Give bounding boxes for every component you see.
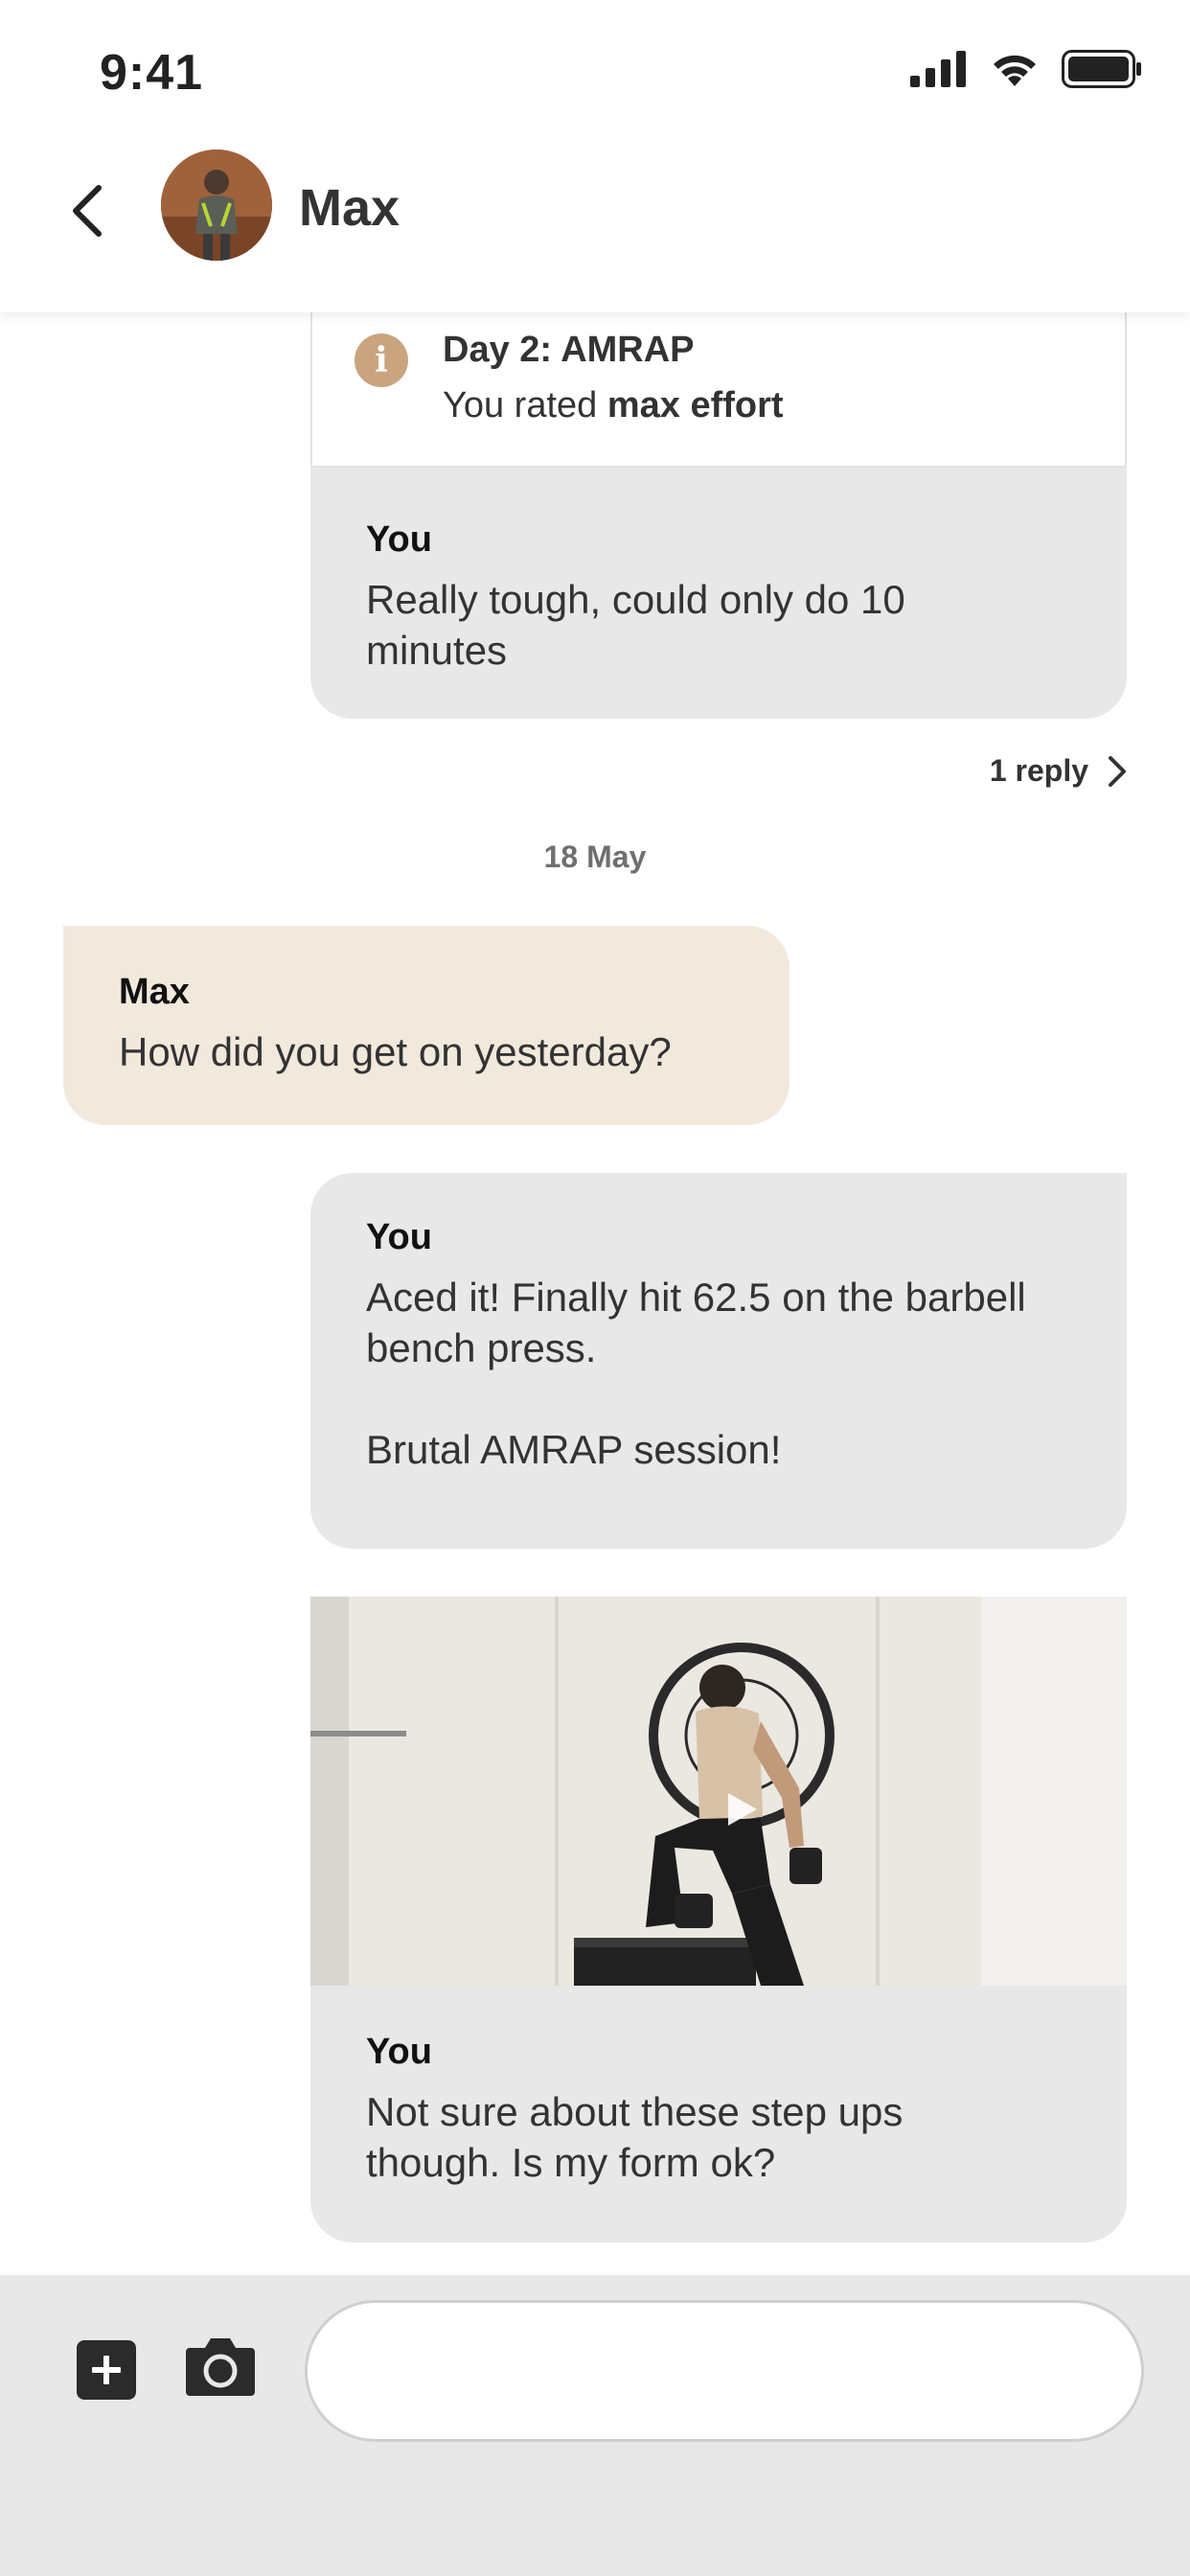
date-divider: 18 May xyxy=(543,840,647,874)
workout-rating-text: You rated max effort xyxy=(443,385,784,426)
message-bubble-you[interactable]: You Aced it! Finally hit 62.5 on the bar… xyxy=(310,1173,1127,1549)
reply-count-label: 1 reply xyxy=(989,753,1088,788)
message-sender: You xyxy=(366,519,432,560)
message-bubble-you[interactable]: You Not sure about these step ups though… xyxy=(310,1986,1127,2242)
chevron-right-icon xyxy=(1109,755,1126,787)
thread-reply-link[interactable]: 1 reply xyxy=(990,753,1127,789)
workout-title: Day 2: AMRAP xyxy=(443,330,695,370)
workout-rating-card[interactable]: i Day 2: AMRAP You rated max effort xyxy=(310,312,1127,468)
avatar[interactable] xyxy=(161,150,272,261)
add-attachment-button[interactable] xyxy=(77,2340,136,2400)
message-input[interactable] xyxy=(305,2300,1144,2442)
rating-value: max effort xyxy=(606,385,784,426)
avatar-image xyxy=(161,150,272,261)
back-button[interactable] xyxy=(57,182,115,240)
message-text: Really tough, could only do 10 minutes xyxy=(366,577,905,673)
composer-bar xyxy=(0,2275,1190,2576)
video-preview-image xyxy=(310,1597,1127,1986)
contact-name[interactable]: Max xyxy=(299,178,400,238)
status-time: 9:41 xyxy=(100,45,204,101)
video-thumbnail[interactable] xyxy=(310,1597,1127,1986)
message-bubble-you[interactable]: You Really tough, could only do 10 minut… xyxy=(310,468,1127,719)
chat-header: Max xyxy=(0,144,1190,312)
wifi-icon xyxy=(994,55,1036,86)
info-icon: i xyxy=(355,334,408,387)
status-bar: 9:41 xyxy=(0,0,1190,144)
message-sender: You xyxy=(366,2032,432,2072)
message-sender: Max xyxy=(119,972,190,1012)
message-bubble-max[interactable]: Max How did you get on yesterday? xyxy=(63,926,790,1125)
camera-button[interactable] xyxy=(184,2334,257,2398)
message-text: How did you get on yesterday? xyxy=(119,1029,672,1074)
message-text: Aced it! Finally hit 62.5 on the barbell… xyxy=(366,1275,1026,1370)
battery-icon xyxy=(1062,50,1141,88)
message-sender: You xyxy=(366,1217,432,1257)
camera-icon xyxy=(186,2338,255,2396)
signal-icon xyxy=(910,51,966,87)
message-text: Brutal AMRAP session! xyxy=(366,1427,782,1472)
status-icons xyxy=(910,50,1142,88)
chevron-left-icon xyxy=(73,185,102,237)
plus-icon xyxy=(92,2356,121,2384)
message-text: Not sure about these step ups though. Is… xyxy=(366,2089,904,2185)
